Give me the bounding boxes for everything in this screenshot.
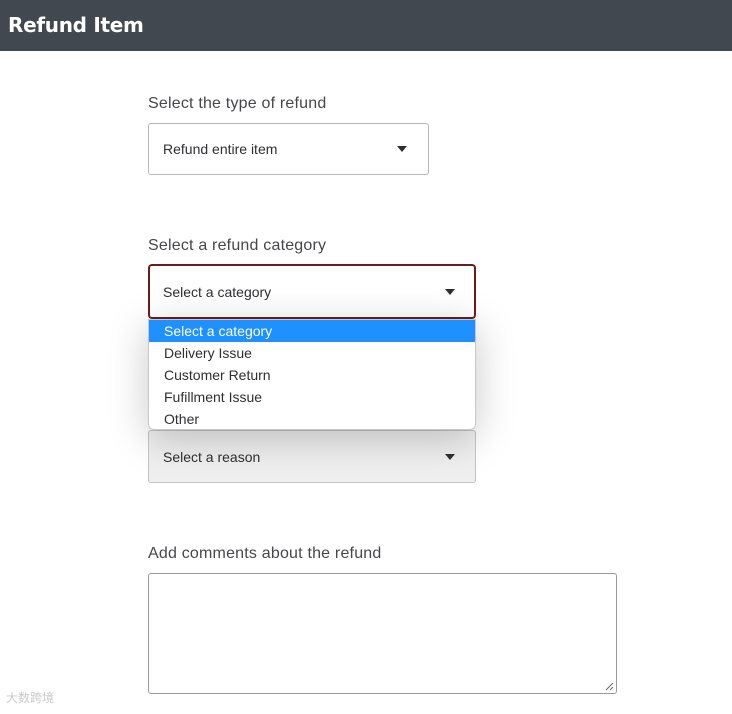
refund-category-label: Select a refund category bbox=[148, 237, 327, 254]
dropdown-option-delivery-issue[interactable]: Delivery Issue bbox=[149, 342, 475, 364]
refund-category-value: Select a category bbox=[163, 283, 272, 300]
refund-reason-value: Select a reason bbox=[163, 448, 261, 465]
chevron-down-icon bbox=[397, 146, 407, 152]
resize-handle-icon[interactable] bbox=[604, 681, 614, 691]
comments-textarea[interactable] bbox=[148, 573, 617, 694]
chevron-down-icon bbox=[445, 288, 455, 295]
page-title: Refund Item bbox=[8, 13, 144, 37]
refund-type-label: Select the type of refund bbox=[148, 95, 327, 112]
refund-type-value: Refund entire item bbox=[163, 141, 278, 157]
refund-type-select[interactable]: Refund entire item bbox=[148, 123, 429, 175]
dropdown-option-other[interactable]: Other bbox=[149, 408, 475, 429]
dropdown-option-customer-return[interactable]: Customer Return bbox=[149, 364, 475, 386]
watermark: 大数跨境 bbox=[6, 691, 55, 705]
refund-category-select[interactable]: Select a category bbox=[148, 264, 476, 319]
comments-label: Add comments about the refund bbox=[148, 545, 382, 562]
dropdown-option-fufillment-issue[interactable]: Fufillment Issue bbox=[149, 386, 475, 408]
app-header: Refund Item bbox=[0, 0, 732, 51]
refund-category-dropdown: Select a category Delivery Issue Custome… bbox=[148, 319, 476, 430]
chevron-down-icon bbox=[445, 453, 455, 460]
dropdown-option-select-a-category[interactable]: Select a category bbox=[149, 320, 475, 342]
refund-reason-select[interactable]: Select a reason bbox=[148, 430, 476, 483]
